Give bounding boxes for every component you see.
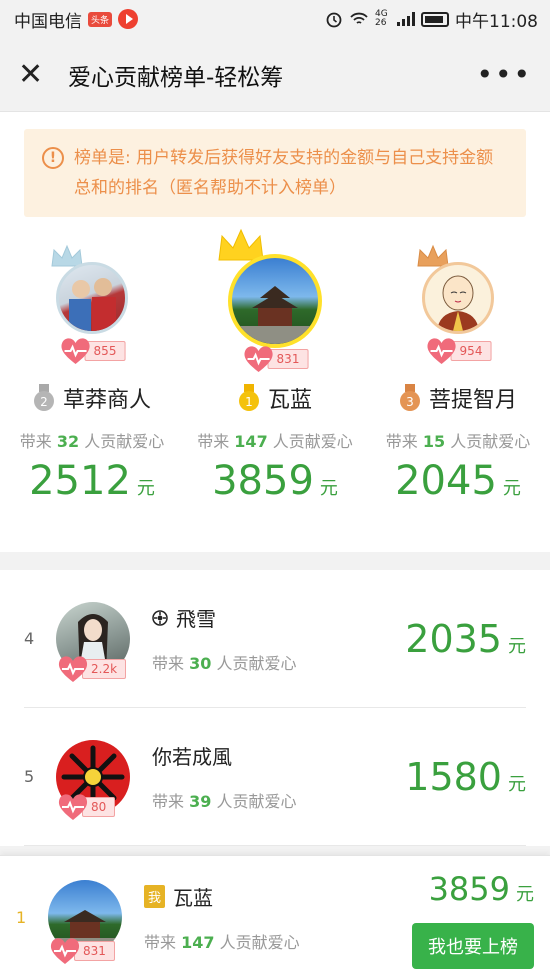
gold-medal-icon: 1 xyxy=(238,384,259,411)
podium-rank-1[interactable]: 831 1 瓦蓝 带来 147 人贡献爱心 3859 元 xyxy=(185,228,365,504)
amount: 1580 元 xyxy=(405,754,526,799)
battery-icon xyxy=(421,11,449,27)
amount: 2045 元 xyxy=(395,458,521,504)
avatar[interactable] xyxy=(56,262,128,334)
video-app-icon xyxy=(118,9,139,29)
signal-label: 4G 26 xyxy=(375,9,388,28)
more-options-icon[interactable]: ••• xyxy=(476,58,532,91)
list-item[interactable]: 5 80 你若成風 带来 39 人贡献爱心 1580 元 xyxy=(24,708,526,846)
me-badge: 我 xyxy=(144,884,166,908)
close-icon[interactable]: ✕ xyxy=(18,57,50,92)
wifi-icon xyxy=(350,12,368,24)
rank-1-name: 瓦蓝 xyxy=(267,388,312,413)
toutiao-badge: 头条 xyxy=(88,11,113,27)
rank-2-name: 草莽商人 xyxy=(62,388,151,413)
ranking-notice: ! 榜单是: 用户转发后获得好友支持的金额与自己支持金额总和的排名（匿名帮助不计… xyxy=(24,129,526,217)
amount: 3859 元 xyxy=(212,458,338,504)
svg-text:3: 3 xyxy=(406,395,414,409)
amount: 2512 元 xyxy=(29,458,155,504)
heart-icon xyxy=(61,338,90,364)
user-name: 瓦蓝 xyxy=(173,885,214,910)
signal-icon xyxy=(397,12,415,26)
heart-icon xyxy=(58,794,88,820)
my-ranking-bar: 1 831 我 瓦蓝 带来 147 人贡献爱心 3859 元 我也要上榜 xyxy=(0,855,550,977)
support-count: 带来 147 人贡献爱心 xyxy=(144,932,300,952)
amount: 2035 元 xyxy=(405,616,526,661)
top-three-card: ! 榜单是: 用户转发后获得好友支持的金额与自己支持金额总和的排名（匿名帮助不计… xyxy=(0,112,550,552)
page-title: 爱心贡献榜单-轻松筹 xyxy=(68,64,284,91)
support-count: 带来 30 人贡献爱心 xyxy=(152,654,297,673)
flower-icon xyxy=(152,609,168,626)
support-count: 带来 147 人贡献爱心 xyxy=(197,432,353,451)
nav-bar: ✕ 爱心贡献榜单-轻松筹 ••• xyxy=(0,38,550,112)
support-count: 带来 15 人贡献爱心 xyxy=(385,432,531,451)
silver-medal-icon: 2 xyxy=(33,384,54,411)
user-name: 飛雪 xyxy=(176,607,216,631)
avatar[interactable] xyxy=(228,254,322,348)
svg-text:2: 2 xyxy=(40,395,48,409)
carrier-label: 中国电信 xyxy=(14,11,82,32)
podium-rank-2[interactable]: 855 2 草莽商人 带来 32 人贡献爱心 2512 元 xyxy=(2,232,182,504)
join-ranking-button[interactable]: 我也要上榜 xyxy=(412,923,534,969)
warning-icon: ! xyxy=(42,147,64,169)
heart-icon xyxy=(58,656,88,682)
my-rank: 1 xyxy=(16,907,27,927)
list-item[interactable]: 4 2.2k 飛雪 带来 30 人贡献爱心 2035 元 xyxy=(24,570,526,708)
ranking-list: 4 2.2k 飛雪 带来 30 人贡献爱心 2035 元 5 80 你若成風 带… xyxy=(0,570,550,846)
row-rank: 5 xyxy=(24,767,35,786)
heart-icon xyxy=(50,938,80,964)
amount: 3859 元 xyxy=(428,870,534,908)
support-count: 带来 32 人贡献爱心 xyxy=(19,432,165,451)
alarm-icon xyxy=(326,12,342,28)
rank-3-name: 菩提智月 xyxy=(428,388,517,413)
avatar[interactable] xyxy=(422,262,494,334)
row-rank: 4 xyxy=(24,629,35,648)
status-bar: 中国电信 头条 4G 26 中午11:08 xyxy=(0,0,550,38)
heart-icon xyxy=(244,346,273,372)
svg-text:1: 1 xyxy=(245,395,253,409)
heart-icon xyxy=(427,338,456,364)
notice-text: 榜单是: 用户转发后获得好友支持的金额与自己支持金额总和的排名（匿名帮助不计入榜… xyxy=(74,148,494,198)
bronze-medal-icon: 3 xyxy=(399,384,420,411)
podium-rank-3[interactable]: 954 3 菩提智月 带来 15 人贡献爱心 2045 元 xyxy=(368,232,548,504)
support-count: 带来 39 人贡献爱心 xyxy=(152,792,297,811)
clock-label: 中午11:08 xyxy=(455,11,538,32)
user-name: 你若成風 xyxy=(152,745,232,769)
